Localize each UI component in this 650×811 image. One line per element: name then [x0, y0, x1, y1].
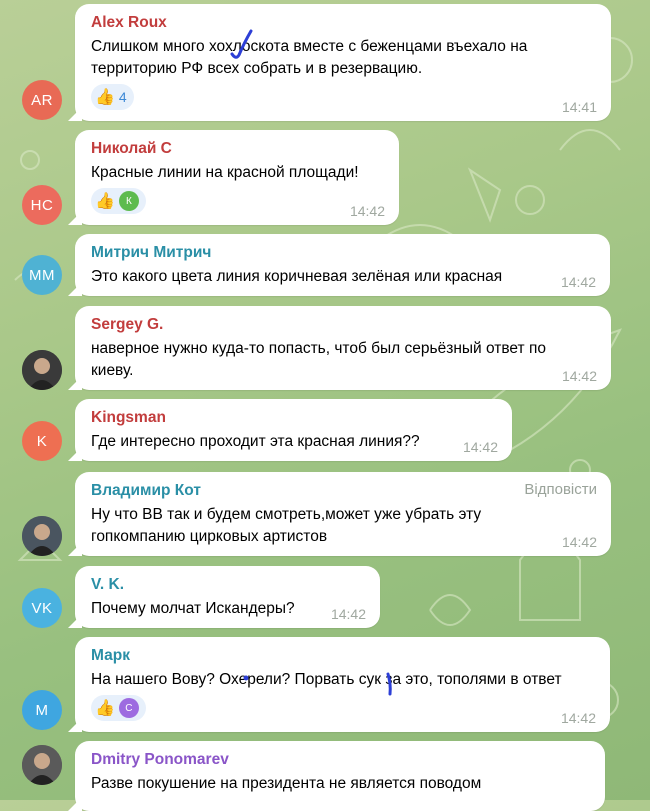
sender-name[interactable]: Kingsman: [91, 408, 498, 427]
reactor-avatar: С: [118, 698, 139, 718]
sender-name[interactable]: Sergey G.: [91, 315, 597, 334]
sender-name[interactable]: Митрич Митрич: [91, 243, 596, 262]
message-text: На нашего Вову? Охерели? Порвать сук за …: [91, 671, 562, 688]
avatar-initials: НС: [30, 196, 54, 214]
message-time: 14:42: [561, 534, 597, 550]
message-bubble[interactable]: Митрич Митрич Это какого цвета линия кори…: [75, 234, 610, 296]
avatar[interactable]: ММ: [22, 255, 62, 295]
message-bubble[interactable]: Sergey G. наверное нужно куда-то попасть,…: [75, 306, 611, 390]
avatar[interactable]: VK: [22, 588, 62, 628]
message-time: 14:42: [349, 203, 385, 219]
user-photo: [22, 350, 62, 390]
thumbs-up-icon: 👍: [95, 193, 115, 210]
message-bubble[interactable]: Kingsman Где интересно проходит эта красн…: [75, 399, 512, 461]
user-photo: [22, 745, 62, 785]
message-bubble[interactable]: Николай С Красные линии на красной площад…: [75, 130, 399, 225]
message-text: Это какого цвета линия коричневая зелёна…: [91, 268, 503, 285]
sender-name[interactable]: Марк: [91, 646, 596, 665]
thumbs-up-icon: 👍: [95, 700, 115, 717]
sender-name[interactable]: Alex Roux: [91, 13, 597, 32]
message-bubble[interactable]: Владимир Кот Ну что ВВ так и будем смотре…: [75, 472, 611, 556]
message-text: наверное нужно куда-то попасть, чтоб был…: [91, 340, 546, 357]
message-time: 14:41: [561, 99, 597, 115]
avatar-initials: AR: [31, 91, 53, 109]
message-time: 14:42: [462, 439, 498, 455]
reply-button[interactable]: Відповісти: [524, 481, 597, 498]
reaction-pill[interactable]: 👍 К: [91, 188, 146, 214]
message-bubble[interactable]: Марк На нашего Вову? Охерели? Порвать сук…: [75, 637, 610, 732]
avatar-initials: K: [36, 432, 48, 450]
message-time: 14:42: [560, 274, 596, 290]
message-text: Где интересно проходит эта красная линия…: [91, 433, 420, 450]
message-text: Ну что ВВ так и будем смотреть,может уже…: [91, 506, 482, 523]
user-photo: [22, 516, 62, 556]
message-bubble[interactable]: Alex Roux Слишком много хохлоскота вместе…: [75, 4, 611, 121]
message-time: 14:42: [330, 606, 366, 622]
message-text: Разве покушение на президента не являетс…: [91, 775, 482, 792]
avatar[interactable]: М: [22, 690, 62, 730]
thumbs-up-icon: 👍: [95, 89, 115, 106]
message-text: гопкомпанию цирковых артистов: [91, 528, 328, 545]
message-text: территорию РФ всех собрать и в резерваци…: [91, 60, 423, 77]
reactions: 👍 4: [91, 84, 597, 110]
message-time: 14:42: [561, 368, 597, 384]
sender-name[interactable]: Николай С: [91, 139, 385, 158]
sender-name[interactable]: Владимир Кот: [91, 481, 597, 500]
reactions: 👍 С: [91, 695, 596, 721]
reaction-count: 4: [118, 89, 127, 105]
message-text: киеву.: [91, 362, 134, 379]
message-text: Слишком много хохлоскота вместе с беженц…: [91, 38, 528, 55]
message-bubble[interactable]: V. K. Почему молчат Искандеры? 14:42: [75, 566, 380, 628]
reactor-avatar: К: [118, 191, 139, 211]
avatar-initials: ММ: [29, 266, 55, 284]
avatar[interactable]: K: [22, 421, 62, 461]
avatar[interactable]: НС: [22, 185, 62, 225]
sender-name[interactable]: V. K.: [91, 575, 366, 594]
message-text: Красные линии на красной площади!: [91, 164, 359, 181]
message-text: Почему молчат Искандеры?: [91, 600, 295, 617]
avatar[interactable]: AR: [22, 80, 62, 120]
reactions: 👍 К: [91, 188, 385, 214]
reaction-pill[interactable]: 👍 С: [91, 695, 146, 721]
message-time: 14:42: [560, 710, 596, 726]
avatar-initials: VK: [31, 599, 53, 617]
message-bubble[interactable]: Dmitry Ponomarev Разве покушение на прези…: [75, 741, 605, 811]
reaction-pill[interactable]: 👍 4: [91, 84, 134, 110]
avatar[interactable]: [22, 350, 62, 390]
avatar[interactable]: [22, 745, 62, 785]
avatar-initials: М: [35, 701, 49, 719]
sender-name[interactable]: Dmitry Ponomarev: [91, 750, 591, 769]
avatar[interactable]: [22, 516, 62, 556]
